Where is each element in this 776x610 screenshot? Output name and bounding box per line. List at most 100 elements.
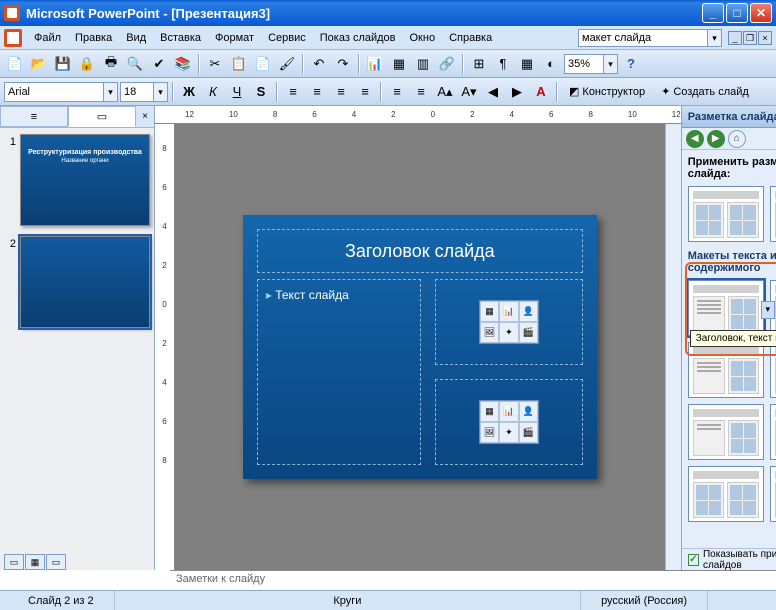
insert-chart-button[interactable]: 📊 xyxy=(364,53,386,75)
nav-forward-button[interactable]: ▶ xyxy=(707,130,725,148)
font-color-button[interactable]: A xyxy=(530,81,552,103)
distributed-button[interactable]: ≡ xyxy=(354,81,376,103)
layout-option[interactable] xyxy=(688,186,764,242)
help-search-dropdown[interactable]: ▾ xyxy=(708,29,722,47)
italic-button[interactable]: К xyxy=(202,81,224,103)
insert-table-button[interactable]: ▦ xyxy=(388,53,410,75)
numbering-button[interactable]: ≡ xyxy=(386,81,408,103)
status-language[interactable]: русский (Россия) xyxy=(581,591,708,610)
normal-view-button[interactable]: ▭ xyxy=(4,554,24,570)
horizontal-ruler[interactable]: 12108642024681012 xyxy=(155,106,681,124)
help-search-input[interactable] xyxy=(578,29,708,47)
vertical-scrollbar[interactable] xyxy=(665,124,681,570)
shadow-button[interactable]: S xyxy=(250,81,272,103)
slide-canvas[interactable]: Заголовок слайда Текст слайда ▦📊👤🖼✦🎬 ▦📊👤… xyxy=(243,215,597,479)
menu-window[interactable]: Окно xyxy=(404,30,442,46)
minimize-button[interactable]: _ xyxy=(702,3,724,23)
expand-all-button[interactable]: ⊞ xyxy=(468,53,490,75)
underline-button[interactable]: Ч xyxy=(226,81,248,103)
font-size-dropdown[interactable]: ▾ xyxy=(154,82,168,102)
preview-button[interactable]: 🔍 xyxy=(124,53,146,75)
close-button[interactable]: ✕ xyxy=(750,3,772,23)
cut-button[interactable]: ✂ xyxy=(204,53,226,75)
slide-number: 1 xyxy=(4,134,16,226)
undo-button[interactable]: ↶ xyxy=(308,53,330,75)
menu-format[interactable]: Формат xyxy=(209,30,260,46)
slide-thumbnail[interactable]: 1 Реструктуризация производства Название… xyxy=(4,134,150,226)
print-button[interactable]: 🖶 xyxy=(100,53,122,75)
maximize-button[interactable]: □ xyxy=(726,3,748,23)
bold-button[interactable]: Ж xyxy=(178,81,200,103)
vertical-ruler[interactable]: 864202468 xyxy=(155,124,175,570)
zoom-input[interactable] xyxy=(564,54,604,74)
bullets-button[interactable]: ≡ xyxy=(410,81,432,103)
copy-button[interactable]: 📋 xyxy=(228,53,250,75)
content-placeholder[interactable]: ▦📊👤🖼✦🎬 xyxy=(435,279,583,365)
task-pane: Разметка слайда ▾ × ◀ ▶ ⌂ Применить разм… xyxy=(681,106,776,570)
taskpane-section: Макеты текста и содержимого xyxy=(688,250,776,274)
open-button[interactable]: 📂 xyxy=(28,53,50,75)
doc-icon[interactable] xyxy=(4,29,22,47)
layout-option[interactable] xyxy=(770,404,776,460)
layout-option[interactable] xyxy=(688,280,764,336)
help-button[interactable]: ? xyxy=(620,53,642,75)
show-grid-button[interactable]: ▦ xyxy=(516,53,538,75)
layout-option[interactable] xyxy=(688,404,764,460)
menu-slideshow[interactable]: Показ слайдов xyxy=(314,30,402,46)
increase-indent-button[interactable]: ▶ xyxy=(506,81,528,103)
slides-tab[interactable]: ▭ xyxy=(68,106,136,127)
menu-insert[interactable]: Вставка xyxy=(154,30,207,46)
font-name-input[interactable] xyxy=(4,82,104,102)
permission-button[interactable]: 🔒 xyxy=(76,53,98,75)
increase-font-button[interactable]: A▴ xyxy=(434,81,456,103)
color-grayscale-button[interactable]: ◐ xyxy=(540,53,562,75)
nav-home-button[interactable]: ⌂ xyxy=(728,130,746,148)
nav-back-button[interactable]: ◀ xyxy=(686,130,704,148)
panel-close-button[interactable]: × xyxy=(136,106,154,127)
spellcheck-button[interactable]: ✔ xyxy=(148,53,170,75)
layout-option[interactable] xyxy=(770,186,776,242)
format-painter-button[interactable]: 🖌 xyxy=(276,53,298,75)
decrease-indent-button[interactable]: ◀ xyxy=(482,81,504,103)
insert-hyperlink-button[interactable]: 🔗 xyxy=(436,53,458,75)
menu-tools[interactable]: Сервис xyxy=(262,30,312,46)
notes-pane[interactable]: Заметки к слайду xyxy=(170,570,776,590)
redo-button[interactable]: ↷ xyxy=(332,53,354,75)
text-placeholder[interactable]: Текст слайда xyxy=(257,279,421,465)
menu-file[interactable]: Файл xyxy=(28,30,67,46)
zoom-dropdown[interactable]: ▾ xyxy=(604,54,618,74)
tables-borders-button[interactable]: ▥ xyxy=(412,53,434,75)
content-placeholder[interactable]: ▦📊👤🖼✦🎬 xyxy=(435,379,583,465)
slide-thumbnail[interactable]: 2 xyxy=(4,236,150,328)
title-placeholder[interactable]: Заголовок слайда xyxy=(257,229,583,273)
menu-help[interactable]: Справка xyxy=(443,30,498,46)
doc-close-button[interactable]: × xyxy=(758,31,772,45)
menu-view[interactable]: Вид xyxy=(120,30,152,46)
show-on-insert-checkbox[interactable]: ✓ xyxy=(688,554,699,566)
align-left-button[interactable]: ≡ xyxy=(282,81,304,103)
research-button[interactable]: 📚 xyxy=(172,53,194,75)
align-right-button[interactable]: ≡ xyxy=(330,81,352,103)
font-size-input[interactable] xyxy=(120,82,154,102)
slide-number: 2 xyxy=(4,236,16,328)
decrease-font-button[interactable]: A▾ xyxy=(458,81,480,103)
menu-edit[interactable]: Правка xyxy=(69,30,118,46)
sorter-view-button[interactable]: ▦ xyxy=(25,554,45,570)
paste-button[interactable]: 📄 xyxy=(252,53,274,75)
font-name-dropdown[interactable]: ▾ xyxy=(104,82,118,102)
layout-option[interactable] xyxy=(688,342,764,398)
show-formatting-button[interactable]: ¶ xyxy=(492,53,514,75)
design-button[interactable]: ◩Конструктор xyxy=(562,81,652,103)
formatting-toolbar: ▾ ▾ Ж К Ч S ≡ ≡ ≡ ≡ ≡ ≡ A▴ A▾ ◀ ▶ A ◩Кон… xyxy=(0,78,776,106)
new-slide-button[interactable]: ✦Создать слайд xyxy=(654,81,756,103)
layout-option[interactable] xyxy=(688,466,764,522)
align-center-button[interactable]: ≡ xyxy=(306,81,328,103)
outline-tab[interactable]: ≡ xyxy=(0,106,68,127)
slideshow-view-button[interactable]: ▭ xyxy=(46,554,66,570)
doc-minimize-button[interactable]: _ xyxy=(728,31,742,45)
save-button[interactable]: 💾 xyxy=(52,53,74,75)
doc-restore-button[interactable]: ❐ xyxy=(743,31,757,45)
layout-option[interactable] xyxy=(770,342,776,398)
new-button[interactable]: 📄 xyxy=(4,53,26,75)
layout-option[interactable] xyxy=(770,466,776,522)
